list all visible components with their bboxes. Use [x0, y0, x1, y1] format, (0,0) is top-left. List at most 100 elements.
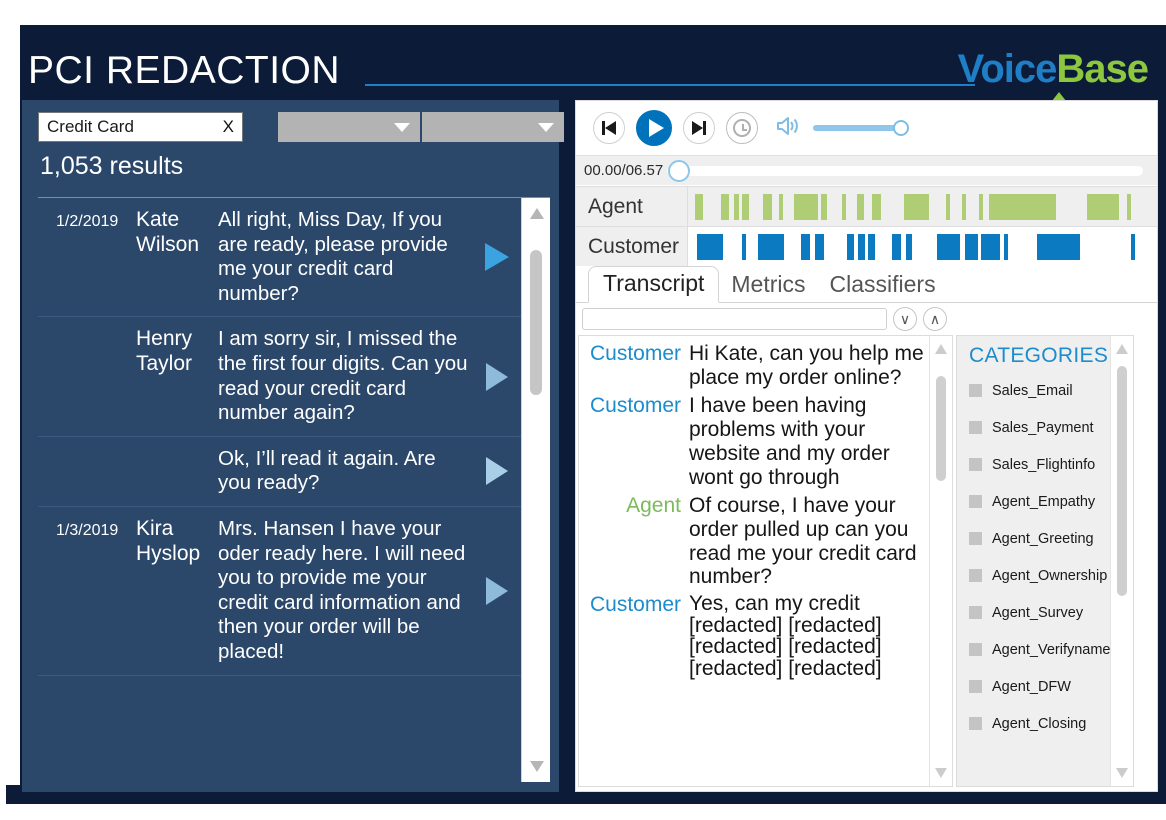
speech-segment[interactable] — [945, 194, 951, 220]
speech-segment[interactable] — [989, 194, 1056, 220]
list-item[interactable]: Customer I have been having problems wit… — [585, 394, 927, 490]
speech-segment[interactable] — [964, 234, 978, 260]
category-checkbox[interactable] — [969, 421, 982, 434]
category-checkbox[interactable] — [969, 680, 982, 693]
speech-segment[interactable] — [814, 234, 824, 260]
list-item[interactable]: Agent_Closing — [957, 705, 1133, 742]
category-checkbox[interactable] — [969, 532, 982, 545]
skip-back-button[interactable] — [593, 112, 625, 144]
scrollbar-thumb[interactable] — [936, 376, 946, 481]
play-result-button[interactable] — [479, 457, 515, 486]
list-item[interactable]: Agent_Ownership — [957, 557, 1133, 594]
skip-forward-button[interactable] — [683, 112, 715, 144]
filter-dropdown-1[interactable] — [278, 112, 420, 142]
category-checkbox[interactable] — [969, 495, 982, 508]
category-checkbox[interactable] — [969, 643, 982, 656]
playback-timeline[interactable]: 00.00/06.57 — [576, 155, 1157, 185]
speech-segment[interactable] — [741, 234, 747, 260]
speech-segment[interactable] — [978, 194, 984, 220]
speech-segment[interactable] — [847, 234, 855, 260]
speech-segment[interactable] — [936, 234, 960, 260]
scroll-down-icon[interactable] — [1116, 768, 1128, 778]
table-row[interactable]: Henry Taylor I am sorry sir, I missed th… — [38, 317, 521, 437]
transcript-scrollbar[interactable] — [929, 336, 952, 786]
scroll-up-icon[interactable] — [935, 344, 947, 354]
progress-knob[interactable] — [668, 159, 690, 182]
scroll-down-icon[interactable] — [935, 768, 947, 778]
speech-segment[interactable] — [763, 194, 773, 220]
speech-segment[interactable] — [758, 234, 784, 260]
speech-segment[interactable] — [1131, 234, 1136, 260]
speech-segment[interactable] — [695, 194, 703, 220]
tab-transcript[interactable]: Transcript — [588, 266, 720, 303]
speech-segment[interactable] — [903, 194, 930, 220]
list-item[interactable]: Agent_Empathy — [957, 483, 1133, 520]
category-checkbox[interactable] — [969, 458, 982, 471]
list-item[interactable]: Sales_Flightinfo — [957, 446, 1133, 483]
tab-metrics[interactable]: Metrics — [719, 269, 817, 302]
speech-segment[interactable] — [1086, 194, 1120, 220]
scrollbar-thumb[interactable] — [1117, 366, 1127, 596]
speech-segment[interactable] — [720, 194, 730, 220]
speech-segment[interactable] — [1037, 234, 1080, 260]
tab-classifiers[interactable]: Classifiers — [818, 269, 948, 302]
clear-search-icon[interactable]: X — [217, 117, 234, 137]
scroll-up-icon[interactable] — [1116, 344, 1128, 354]
list-item[interactable]: Customer Yes, can my credit [redacted] [… — [585, 593, 927, 679]
speech-segment[interactable] — [800, 234, 810, 260]
filter-dropdown-2[interactable] — [422, 112, 564, 142]
list-item[interactable]: Agent_DFW — [957, 668, 1133, 705]
category-checkbox[interactable] — [969, 569, 982, 582]
table-row[interactable]: Ok, I’ll read it again. Are you ready? — [38, 437, 521, 507]
list-item[interactable]: Agent Of course, I have your order pulle… — [585, 494, 927, 590]
scroll-down-icon[interactable] — [530, 761, 544, 772]
transcript-search-input[interactable] — [582, 308, 887, 330]
list-item[interactable]: Customer Hi Kate, can you help me place … — [585, 342, 927, 390]
speech-segment[interactable] — [857, 234, 865, 260]
speech-segment[interactable] — [742, 194, 749, 220]
play-result-button[interactable] — [479, 576, 515, 605]
speech-segment[interactable] — [733, 194, 739, 220]
search-input[interactable]: Credit Card X — [38, 112, 243, 142]
category-checkbox[interactable] — [969, 384, 982, 397]
playback-speed-button[interactable] — [726, 112, 758, 144]
find-next-button[interactable]: ∨ — [893, 307, 917, 331]
speech-segment[interactable] — [961, 194, 967, 220]
results-scrollbar[interactable] — [521, 198, 550, 782]
speech-segment[interactable] — [856, 194, 865, 220]
find-previous-button[interactable]: ∧ — [923, 307, 947, 331]
category-checkbox[interactable] — [969, 717, 982, 730]
customer-segments[interactable] — [688, 227, 1157, 266]
scrollbar-thumb[interactable] — [530, 250, 542, 395]
volume-slider[interactable] — [813, 119, 909, 137]
speech-segment[interactable] — [1126, 194, 1132, 220]
speech-segment[interactable] — [778, 194, 784, 220]
speech-segment[interactable] — [793, 194, 818, 220]
list-item[interactable]: Agent_Survey — [957, 594, 1133, 631]
list-item[interactable]: Sales_Payment — [957, 409, 1133, 446]
speech-segment[interactable] — [892, 234, 901, 260]
table-row[interactable]: 1/2/2019 Kate Wilson All right, Miss Day… — [38, 198, 521, 318]
speech-segment[interactable] — [821, 194, 828, 220]
list-item[interactable]: Agent_Greeting — [957, 520, 1133, 557]
categories-scrollbar[interactable] — [1110, 336, 1133, 786]
speech-segment[interactable] — [981, 234, 1000, 260]
list-item[interactable]: Sales_Email — [957, 372, 1133, 409]
speech-segment[interactable] — [872, 194, 881, 220]
play-result-button[interactable] — [479, 243, 515, 272]
list-item[interactable]: Agent_Verifyname — [957, 631, 1133, 668]
agent-segments[interactable] — [688, 187, 1157, 226]
table-row[interactable]: 1/3/2019 Kira Hyslop Mrs. Hansen I have … — [38, 507, 521, 676]
volume-icon[interactable] — [775, 115, 801, 142]
speech-segment[interactable] — [905, 234, 913, 260]
speech-segment[interactable] — [697, 234, 724, 260]
speech-segment[interactable] — [868, 234, 876, 260]
progress-track[interactable] — [667, 159, 1143, 182]
speech-segment[interactable] — [841, 194, 847, 220]
scroll-up-icon[interactable] — [530, 208, 544, 219]
play-result-button[interactable] — [479, 362, 515, 391]
category-checkbox[interactable] — [969, 606, 982, 619]
volume-knob[interactable] — [893, 120, 909, 136]
play-button[interactable] — [636, 110, 672, 146]
speech-segment[interactable] — [1003, 234, 1009, 260]
